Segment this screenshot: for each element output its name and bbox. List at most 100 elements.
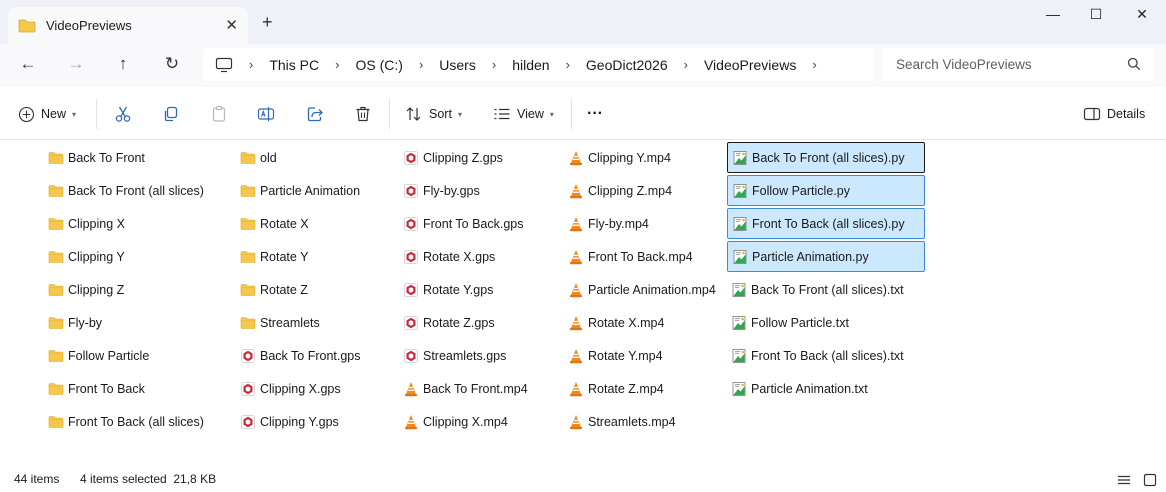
toolbar-divider xyxy=(96,99,97,129)
file-item[interactable]: Back To Front (all slices).py xyxy=(727,142,925,173)
close-button[interactable]: ✕ xyxy=(1119,6,1165,26)
file-item[interactable]: Clipping Y.gps xyxy=(236,406,339,437)
rename-button[interactable] xyxy=(257,103,275,125)
breadcrumb-separator[interactable]: › xyxy=(419,57,423,72)
file-item[interactable]: Back To Front.gps xyxy=(236,340,361,371)
view-button[interactable]: View ▾ xyxy=(493,103,554,125)
paste-button[interactable] xyxy=(210,103,228,125)
cut-button[interactable] xyxy=(114,103,132,125)
file-item[interactable]: Back To Front (all slices) xyxy=(44,175,204,206)
sort-button[interactable]: Sort ▾ xyxy=(405,103,462,125)
file-item[interactable]: Back To Front xyxy=(44,142,145,173)
file-name: Particle Animation.py xyxy=(752,249,869,264)
file-name: Back To Front (all slices) xyxy=(68,183,204,198)
maximize-button[interactable]: ☐ xyxy=(1073,6,1119,26)
breadcrumb-separator[interactable]: › xyxy=(335,57,339,72)
plus-circle-icon xyxy=(18,106,35,122)
file-item[interactable]: Clipping Z xyxy=(44,274,124,305)
status-bar: 44 items 4 items selected 21,8 KB xyxy=(0,466,1166,492)
breadcrumb-separator[interactable]: › xyxy=(492,57,496,72)
file-name: Follow Particle.py xyxy=(752,183,850,198)
file-item[interactable]: Fly-by.gps xyxy=(399,175,480,206)
file-name: Rotate X.mp4 xyxy=(588,315,665,330)
file-item[interactable]: Streamlets.gps xyxy=(399,340,506,371)
file-item[interactable]: Clipping Z.mp4 xyxy=(564,175,672,206)
tab-close-icon[interactable]: ✕ xyxy=(225,16,238,34)
large-icons-view-icon[interactable] xyxy=(1143,473,1157,487)
file-item[interactable]: Rotate Y.gps xyxy=(399,274,493,305)
file-name: Back To Front.gps xyxy=(260,348,361,363)
file-item[interactable]: Front To Back (all slices).txt xyxy=(727,340,904,371)
file-item[interactable]: Clipping Y xyxy=(44,241,125,272)
new-button[interactable]: New ▾ xyxy=(18,103,76,125)
forward-button[interactable]: → xyxy=(64,54,88,74)
file-item[interactable]: Back To Front (all slices).txt xyxy=(727,274,904,305)
search-input[interactable]: Search VideoPreviews xyxy=(882,48,1153,81)
file-item[interactable]: Clipping X.mp4 xyxy=(399,406,508,437)
breadcrumb-geodict2026[interactable]: GeoDict2026 xyxy=(586,57,668,73)
file-item[interactable]: Follow Particle xyxy=(44,340,149,371)
file-name: Clipping Z xyxy=(68,282,125,297)
file-item[interactable]: Front To Back.mp4 xyxy=(564,241,693,272)
active-tab[interactable]: VideoPreviews ✕ xyxy=(8,7,248,44)
file-item[interactable]: Particle Animation xyxy=(236,175,360,206)
refresh-button[interactable]: ↻ xyxy=(160,54,184,74)
file-item[interactable]: Front To Back xyxy=(44,373,145,404)
file-item[interactable]: Front To Back (all slices) xyxy=(44,406,204,437)
selection-info: 4 items selected 21,8 KB xyxy=(80,472,217,486)
breadcrumb-separator[interactable]: › xyxy=(566,57,570,72)
details-button[interactable]: Details xyxy=(1083,103,1145,125)
file-item[interactable]: Rotate Z.mp4 xyxy=(564,373,664,404)
file-item[interactable]: Streamlets.mp4 xyxy=(564,406,676,437)
share-button[interactable] xyxy=(306,103,324,125)
back-button[interactable]: ← xyxy=(16,54,40,74)
file-item[interactable]: Clipping X.gps xyxy=(236,373,341,404)
view-list-icon xyxy=(494,108,510,120)
file-item[interactable]: Fly-by.mp4 xyxy=(564,208,649,239)
address-bar[interactable]: › This PC › OS (C:) › Users › hilden › G… xyxy=(203,48,873,81)
vlc-media-icon xyxy=(403,381,419,397)
file-item[interactable]: Clipping Y.mp4 xyxy=(564,142,671,173)
file-item[interactable]: Fly-by xyxy=(44,307,102,338)
breadcrumb-hilden[interactable]: hilden xyxy=(512,57,549,73)
breadcrumb-separator[interactable]: › xyxy=(684,57,688,72)
file-item[interactable]: Particle Animation.txt xyxy=(727,373,868,404)
minimize-button[interactable]: — xyxy=(1030,6,1076,26)
file-item[interactable]: Rotate Z.gps xyxy=(399,307,495,338)
file-item[interactable]: Particle Animation.py xyxy=(727,241,925,272)
file-item[interactable]: Clipping X xyxy=(44,208,125,239)
file-item[interactable]: Clipping Z.gps xyxy=(399,142,503,173)
more-options-button[interactable]: ··· xyxy=(587,103,603,125)
file-item[interactable]: Rotate X.mp4 xyxy=(564,307,664,338)
file-name: Clipping Y.mp4 xyxy=(588,150,671,165)
folder-icon xyxy=(48,183,64,199)
view-label: View xyxy=(517,107,544,121)
breadcrumb-users[interactable]: Users xyxy=(439,57,476,73)
up-button[interactable]: ↑ xyxy=(111,54,135,74)
file-item[interactable]: Follow Particle.py xyxy=(727,175,925,206)
file-item[interactable]: Rotate Y xyxy=(236,241,308,272)
file-item[interactable]: Streamlets xyxy=(236,307,320,338)
breadcrumb-videopreviews[interactable]: VideoPreviews xyxy=(704,57,796,73)
gps-file-icon xyxy=(240,348,256,364)
file-item[interactable]: Particle Animation.mp4 xyxy=(564,274,716,305)
delete-button[interactable] xyxy=(354,103,372,125)
breadcrumb-this-pc[interactable]: This PC xyxy=(269,57,319,73)
breadcrumb-separator[interactable]: › xyxy=(812,57,816,72)
copy-button[interactable] xyxy=(162,103,180,125)
file-item[interactable]: old xyxy=(236,142,277,173)
file-item[interactable]: Front To Back (all slices).py xyxy=(727,208,925,239)
breadcrumb-os-c[interactable]: OS (C:) xyxy=(355,57,402,73)
details-view-icon[interactable] xyxy=(1117,473,1131,487)
file-item[interactable]: Follow Particle.txt xyxy=(727,307,849,338)
file-item[interactable]: Rotate Y.mp4 xyxy=(564,340,663,371)
file-item[interactable]: Front To Back.gps xyxy=(399,208,524,239)
file-item[interactable]: Rotate X.gps xyxy=(399,241,495,272)
file-item[interactable]: Rotate Z xyxy=(236,274,308,305)
new-tab-button[interactable]: + xyxy=(262,12,273,33)
file-item[interactable]: Back To Front.mp4 xyxy=(399,373,528,404)
breadcrumb-separator[interactable]: › xyxy=(249,57,253,72)
file-item[interactable]: Rotate X xyxy=(236,208,309,239)
chevron-down-icon: ▾ xyxy=(549,109,554,119)
file-name: Clipping X xyxy=(68,216,125,231)
